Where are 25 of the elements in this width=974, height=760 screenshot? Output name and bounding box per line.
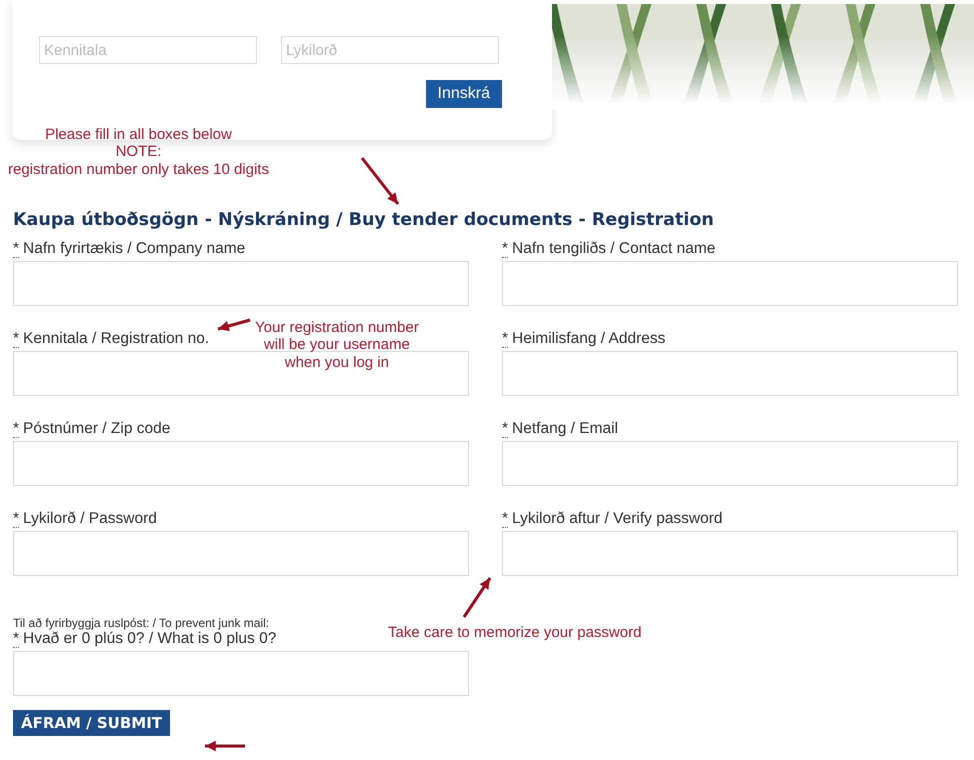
input-field[interactable] — [502, 531, 958, 576]
annotation-note: Your registration number will be your username when you log in — [255, 319, 419, 371]
submit-button[interactable]: ÁFRAM / SUBMIT — [13, 710, 170, 736]
field-label: * Heimilisfang / Address — [502, 330, 666, 348]
field-label: * Nafn fyrirtækis / Company name — [13, 240, 246, 258]
login-input[interactable]: Lykilorð — [281, 36, 499, 64]
login-input[interactable]: Kennitala — [39, 36, 257, 64]
annotation-note: Please fill in all boxes below NOTE: registration number only takes 10 digits — [8, 126, 269, 178]
field-label: * Lykilorð / Password — [13, 510, 158, 528]
field-label: * Nafn tengiliðs / Contact name — [502, 240, 716, 258]
form-title: Kaupa útboðsgögn - Nýskráning / Buy tender documents - Registration — [13, 210, 715, 230]
annotation-note: Take care to memorize your password — [388, 624, 642, 642]
input-field[interactable] — [502, 261, 958, 306]
spam-note: Til að fyrirbyggja ruslpóst: / To prevent junk mail: — [13, 616, 270, 630]
input-field[interactable] — [13, 651, 469, 696]
input-field[interactable] — [13, 531, 469, 576]
field-label: * Póstnúmer / Zip code — [13, 420, 172, 438]
input-field[interactable] — [13, 441, 469, 486]
login-button[interactable]: Innskrá — [426, 80, 502, 108]
field-label: * Lykilorð aftur / Verify password — [502, 510, 724, 528]
input-field[interactable] — [502, 441, 958, 486]
input-field[interactable] — [13, 261, 469, 306]
field-label: * Netfang / Email — [502, 420, 620, 438]
input-field[interactable] — [13, 351, 469, 396]
input-field[interactable] — [502, 351, 958, 396]
